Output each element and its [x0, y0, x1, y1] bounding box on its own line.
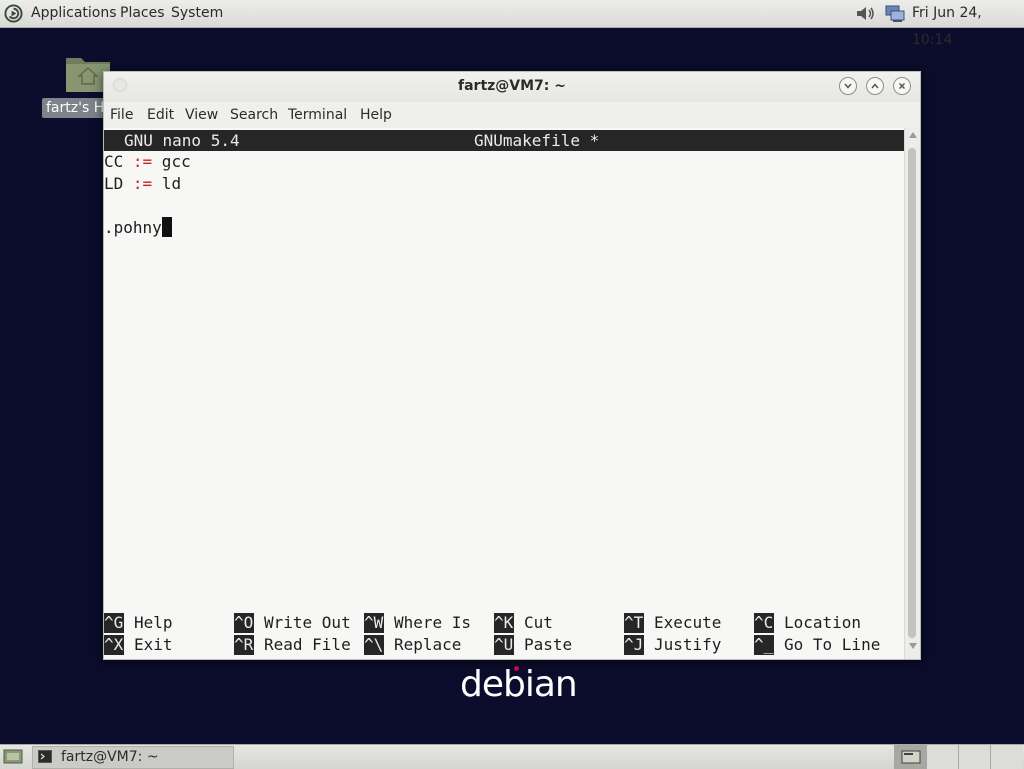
shortcut-label: Exit [134, 635, 173, 654]
debian-logo-dot [514, 666, 519, 671]
shortcut-label: Paste [524, 635, 573, 654]
shortcut-label: Location [784, 613, 862, 632]
shortcut-key: ^T [624, 613, 644, 633]
shortcut-write-out[interactable]: ^O Write Out [234, 612, 351, 634]
shortcut-label: Go To Line [784, 635, 881, 654]
close-button[interactable] [893, 77, 911, 95]
chevron-up-icon [871, 83, 879, 89]
workspace-4[interactable] [990, 745, 1023, 769]
shortcut-help[interactable]: ^G Help [104, 612, 173, 634]
assign-operator: := [132, 174, 153, 193]
shortcut-paste[interactable]: ^U Paste [494, 634, 572, 656]
menu-help[interactable]: Help [360, 102, 392, 128]
editor-line[interactable]: CC := gcc [104, 151, 191, 173]
shortcut-label: Help [134, 613, 173, 632]
shortcut-key: ^\ [364, 635, 384, 655]
line-text: .pohny [104, 218, 162, 237]
top-panel: Applications Places System Fri Jun 24, 1… [0, 0, 1024, 48]
shortcut-label: Write Out [264, 613, 351, 632]
taskbar-item-terminal[interactable]: fartz@VM7: ~ [32, 746, 234, 769]
shortcut-label: Read File [264, 635, 351, 654]
shortcut-label: Justify [654, 635, 722, 654]
terminal-scrollbar[interactable] [904, 128, 920, 659]
taskbar-item-label: fartz@VM7: ~ [61, 749, 159, 765]
shortcut-location[interactable]: ^C Location [754, 612, 861, 634]
menu-terminal[interactable]: Terminal [288, 102, 347, 128]
shortcut-where-is[interactable]: ^W Where Is [364, 612, 471, 634]
variable-value: gcc [152, 152, 191, 171]
workspace-1[interactable] [894, 745, 927, 769]
shortcut-key: ^J [624, 635, 644, 655]
terminal-content[interactable]: GNU nano 5.4 GNUmakefile * CC := gcc LD … [104, 128, 904, 659]
window-title: fartz@VM7: ~ [458, 78, 566, 94]
chevron-down-icon [844, 83, 852, 89]
shortcut-execute[interactable]: ^T Execute [624, 612, 721, 634]
assign-operator: := [132, 152, 153, 171]
shortcut-key: ^U [494, 635, 514, 655]
show-desktop-icon[interactable] [3, 748, 23, 765]
shortcut-label: Where Is [394, 613, 472, 632]
shortcut-label: Execute [654, 613, 722, 632]
debian-swirl-icon[interactable] [4, 4, 23, 23]
menu-edit[interactable]: Edit [147, 102, 174, 128]
shortcut-replace[interactable]: ^\ Replace [364, 634, 461, 656]
menu-system[interactable]: System [171, 0, 223, 27]
workspace-3[interactable] [958, 745, 991, 769]
bottom-panel: fartz@VM7: ~ [0, 744, 1024, 769]
shortcut-cut[interactable]: ^K Cut [494, 612, 553, 634]
shortcut-key: ^C [754, 613, 774, 633]
text-cursor [161, 217, 172, 237]
shortcut-justify[interactable]: ^J Justify [624, 634, 721, 656]
variable-value: ld [152, 174, 182, 193]
menu-search[interactable]: Search [230, 102, 278, 128]
shortcut-key: ^G [104, 613, 124, 633]
nano-filename: GNUmakefile * [474, 131, 600, 150]
shortcut-read-file[interactable]: ^R Read File [234, 634, 351, 656]
menu-places[interactable]: Places [120, 0, 165, 27]
close-icon [898, 82, 906, 90]
workspace-2[interactable] [926, 745, 959, 769]
editor-line[interactable]: LD := ld [104, 173, 181, 195]
minimize-button[interactable] [839, 77, 857, 95]
workspace-window-icon [901, 750, 921, 764]
shortcut-label: Cut [524, 613, 553, 632]
window-titlebar[interactable]: fartz@VM7: ~ [104, 72, 920, 102]
menu-file[interactable]: File [110, 102, 133, 128]
scroll-up-icon[interactable] [909, 132, 917, 138]
editor-line[interactable]: .pohny [104, 217, 172, 239]
window-menu-icon[interactable] [113, 78, 127, 92]
clock[interactable]: Fri Jun 24, 10:14 [912, 0, 1024, 48]
terminal-menubar: File Edit View Search Terminal Help [104, 102, 920, 128]
variable-name: LD [104, 174, 133, 193]
maximize-button[interactable] [866, 77, 884, 95]
nano-titlebar: GNU nano 5.4 GNUmakefile * [104, 130, 904, 151]
shortcut-exit[interactable]: ^X Exit [104, 634, 173, 656]
terminal-window[interactable]: fartz@VM7: ~ File Edit View Search Termi… [103, 71, 921, 660]
shortcut-key: ^W [364, 613, 384, 633]
variable-name: CC [104, 152, 133, 171]
shortcut-key: ^X [104, 635, 124, 655]
shortcut-label: Replace [394, 635, 462, 654]
shortcut-key: ^R [234, 635, 254, 655]
scroll-down-icon[interactable] [909, 643, 917, 649]
network-icon[interactable] [884, 4, 906, 23]
shortcut-key: ^K [494, 613, 514, 633]
terminal-icon [38, 750, 52, 763]
scrollbar-thumb[interactable] [908, 148, 916, 638]
shortcut-go-to-line[interactable]: ^_ Go To Line [754, 634, 880, 656]
shortcut-key: ^_ [754, 635, 774, 655]
menu-applications[interactable]: Applications [31, 0, 117, 27]
menu-view[interactable]: View [185, 102, 218, 128]
shortcut-key: ^O [234, 613, 254, 633]
nano-version: GNU nano 5.4 [124, 131, 240, 150]
volume-icon[interactable] [854, 4, 876, 23]
